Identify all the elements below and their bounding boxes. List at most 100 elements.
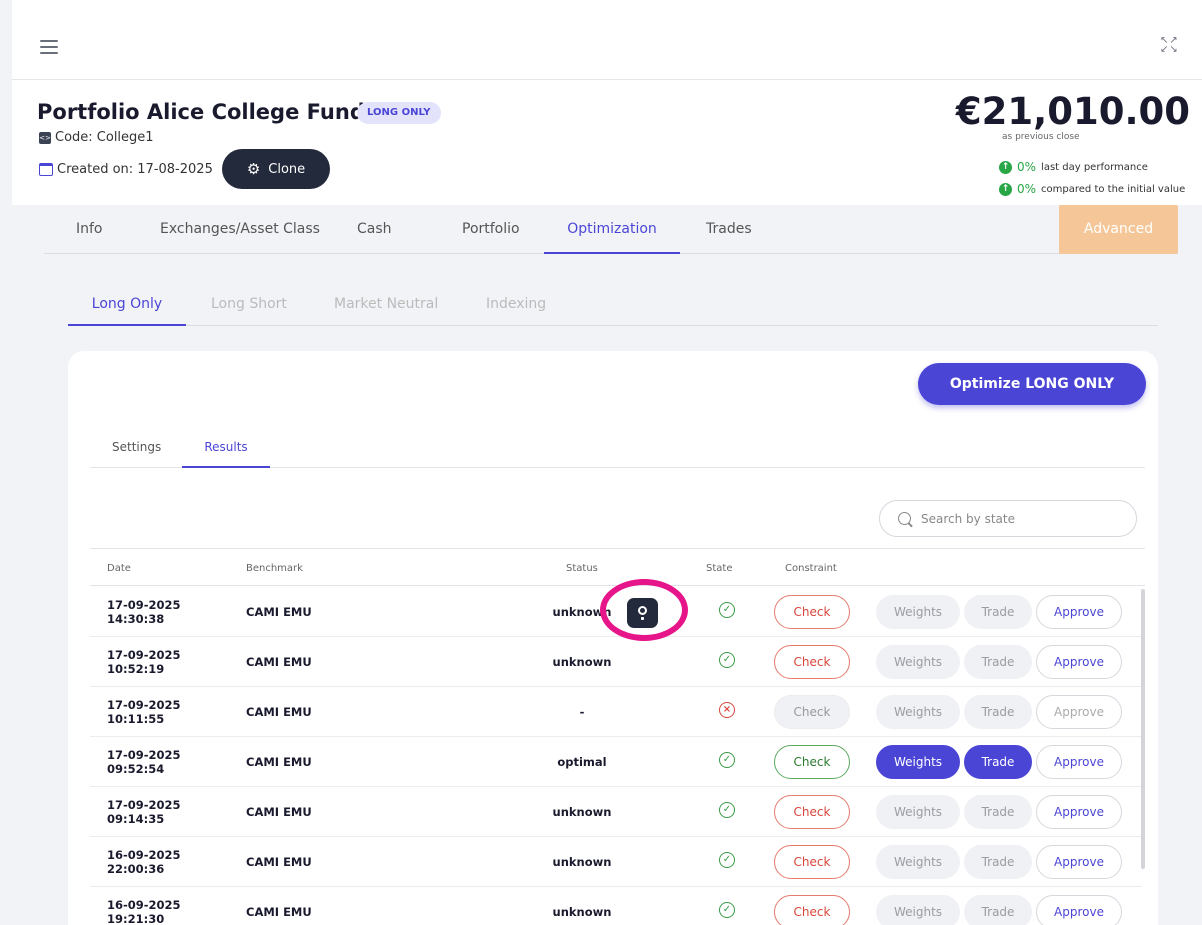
initial-performance-pct: 0% [1017, 182, 1037, 196]
tab-market-neutral[interactable]: Market Neutral [334, 282, 438, 326]
table-row: 16-09-2025 22:00:36 CAMI EMU unknown ✓ Ch… [90, 837, 1142, 887]
approve-button[interactable]: Approve [1036, 595, 1122, 629]
search-input[interactable] [921, 511, 1101, 526]
trade-button[interactable]: Trade [964, 695, 1032, 729]
row-date: 17-09-2025 [107, 748, 181, 762]
tab-info[interactable]: Info [76, 205, 103, 254]
row-datetime: 16-09-2025 19:21:30 [107, 898, 181, 925]
row-date: 17-09-2025 [107, 798, 181, 812]
trade-button[interactable]: Trade [964, 745, 1032, 779]
tab-cash[interactable]: Cash [357, 205, 392, 254]
lightbulb-icon[interactable] [627, 598, 658, 628]
row-status: - [579, 705, 585, 719]
table-row: 17-09-2025 10:11:55 CAMI EMU - × Check We… [90, 687, 1142, 737]
row-datetime: 17-09-2025 14:30:38 [107, 598, 181, 626]
weights-button[interactable]: Weights [876, 595, 960, 629]
row-status: unknown [552, 855, 612, 869]
strategy-badge: LONG ONLY [357, 102, 441, 124]
table-header: Date Benchmark Status State Constraint [90, 548, 1145, 586]
check-circle-icon: ✓ [719, 852, 735, 868]
tab-settings[interactable]: Settings [112, 427, 161, 468]
portfolio-header: Portfolio Alice College Fund LONG ONLY <… [12, 80, 1202, 205]
trade-button[interactable]: Trade [964, 595, 1032, 629]
check-button[interactable]: Check [774, 745, 850, 779]
gear-icon: ⚙ [246, 160, 261, 178]
check-button[interactable]: Check [774, 795, 850, 829]
tab-indexing[interactable]: Indexing [486, 282, 546, 326]
table-scrollbar[interactable] [1141, 589, 1145, 869]
code-icon: <> [39, 131, 51, 144]
approve-button[interactable]: Approve [1036, 845, 1122, 879]
row-date: 16-09-2025 [107, 898, 181, 912]
strategy-tabs: Long Only Long Short Market Neutral Inde… [68, 282, 1158, 326]
trade-button[interactable]: Trade [964, 845, 1032, 879]
column-date: Date [107, 563, 131, 574]
tab-trades[interactable]: Trades [706, 205, 752, 254]
column-status: Status [566, 563, 598, 574]
trade-button[interactable]: Trade [964, 645, 1032, 679]
optimization-card: Optimize LONG ONLY Settings Results Date… [68, 351, 1158, 925]
check-button[interactable]: Check [774, 695, 850, 729]
error-circle-icon: × [719, 702, 735, 718]
approve-button[interactable]: Approve [1036, 745, 1122, 779]
column-state: State [706, 563, 733, 574]
check-button[interactable]: Check [774, 895, 850, 925]
portfolio-value: €21,010.00 [955, 90, 1190, 133]
initial-performance: ↑ 0% compared to the initial value [999, 182, 1185, 196]
tab-long-short[interactable]: Long Short [211, 282, 287, 326]
day-performance-pct: 0% [1017, 160, 1037, 174]
tab-long-only[interactable]: Long Only [68, 282, 186, 326]
weights-button[interactable]: Weights [876, 895, 960, 925]
row-status: unknown [552, 805, 612, 819]
weights-button[interactable]: Weights [876, 645, 960, 679]
tab-exchanges[interactable]: Exchanges/Asset Class [160, 205, 320, 254]
arrow-up-icon: ↑ [999, 160, 1012, 174]
portfolio-code: <> Code: College1 [39, 130, 154, 145]
row-datetime: 17-09-2025 09:52:54 [107, 748, 181, 776]
hamburger-menu-icon[interactable] [40, 40, 58, 58]
main-tabs: Info Exchanges/Asset Class Cash Portfoli… [44, 205, 1178, 254]
trade-button[interactable]: Trade [964, 895, 1032, 925]
weights-button[interactable]: Weights [876, 695, 960, 729]
fullscreen-icon[interactable]: ↖↗ ↙↘ [1160, 36, 1179, 55]
approve-button[interactable]: Approve [1036, 795, 1122, 829]
check-button[interactable]: Check [774, 645, 850, 679]
day-performance: ↑ 0% last day performance [999, 160, 1148, 174]
created-date: Created on: 17-08-2025 [39, 162, 213, 177]
check-button[interactable]: Check [774, 595, 850, 629]
weights-button[interactable]: Weights [876, 795, 960, 829]
page-title: Portfolio Alice College Fund [37, 100, 365, 124]
row-benchmark: CAMI EMU [246, 855, 312, 869]
column-constraint: Constraint [785, 563, 837, 574]
trade-button[interactable]: Trade [964, 795, 1032, 829]
row-benchmark: CAMI EMU [246, 655, 312, 669]
row-date: 17-09-2025 [107, 698, 181, 712]
arrow-up-icon: ↑ [999, 182, 1012, 196]
tab-results[interactable]: Results [182, 427, 270, 468]
row-benchmark: CAMI EMU [246, 705, 312, 719]
results-tabs: Settings Results [90, 427, 1145, 468]
search-box[interactable] [879, 500, 1137, 537]
row-time: 09:14:35 [107, 812, 165, 826]
day-performance-label: last day performance [1041, 161, 1148, 173]
table-row: 16-09-2025 19:21:30 CAMI EMU unknown ✓ Ch… [90, 887, 1142, 925]
clone-button[interactable]: ⚙ Clone [222, 149, 330, 189]
tab-portfolio[interactable]: Portfolio [462, 205, 520, 254]
initial-performance-label: compared to the initial value [1041, 183, 1186, 195]
optimize-button[interactable]: Optimize LONG ONLY [918, 363, 1146, 405]
row-time: 19:21:30 [107, 912, 165, 925]
approve-button[interactable]: Approve [1036, 895, 1122, 925]
check-button[interactable]: Check [774, 845, 850, 879]
weights-button[interactable]: Weights [876, 845, 960, 879]
tab-optimization[interactable]: Optimization [544, 205, 680, 254]
table-row: 17-09-2025 10:52:19 CAMI EMU unknown ✓ Ch… [90, 637, 1142, 687]
row-datetime: 17-09-2025 10:52:19 [107, 648, 181, 676]
row-benchmark: CAMI EMU [246, 805, 312, 819]
approve-button[interactable]: Approve [1036, 645, 1122, 679]
weights-button[interactable]: Weights [876, 745, 960, 779]
advanced-button[interactable]: Advanced [1059, 205, 1178, 254]
check-circle-icon: ✓ [719, 602, 735, 618]
table-row: 17-09-2025 14:30:38 CAMI EMU unknown ✓ Ch… [90, 587, 1142, 637]
approve-button[interactable]: Approve [1036, 695, 1122, 729]
row-status: unknown [552, 655, 612, 669]
